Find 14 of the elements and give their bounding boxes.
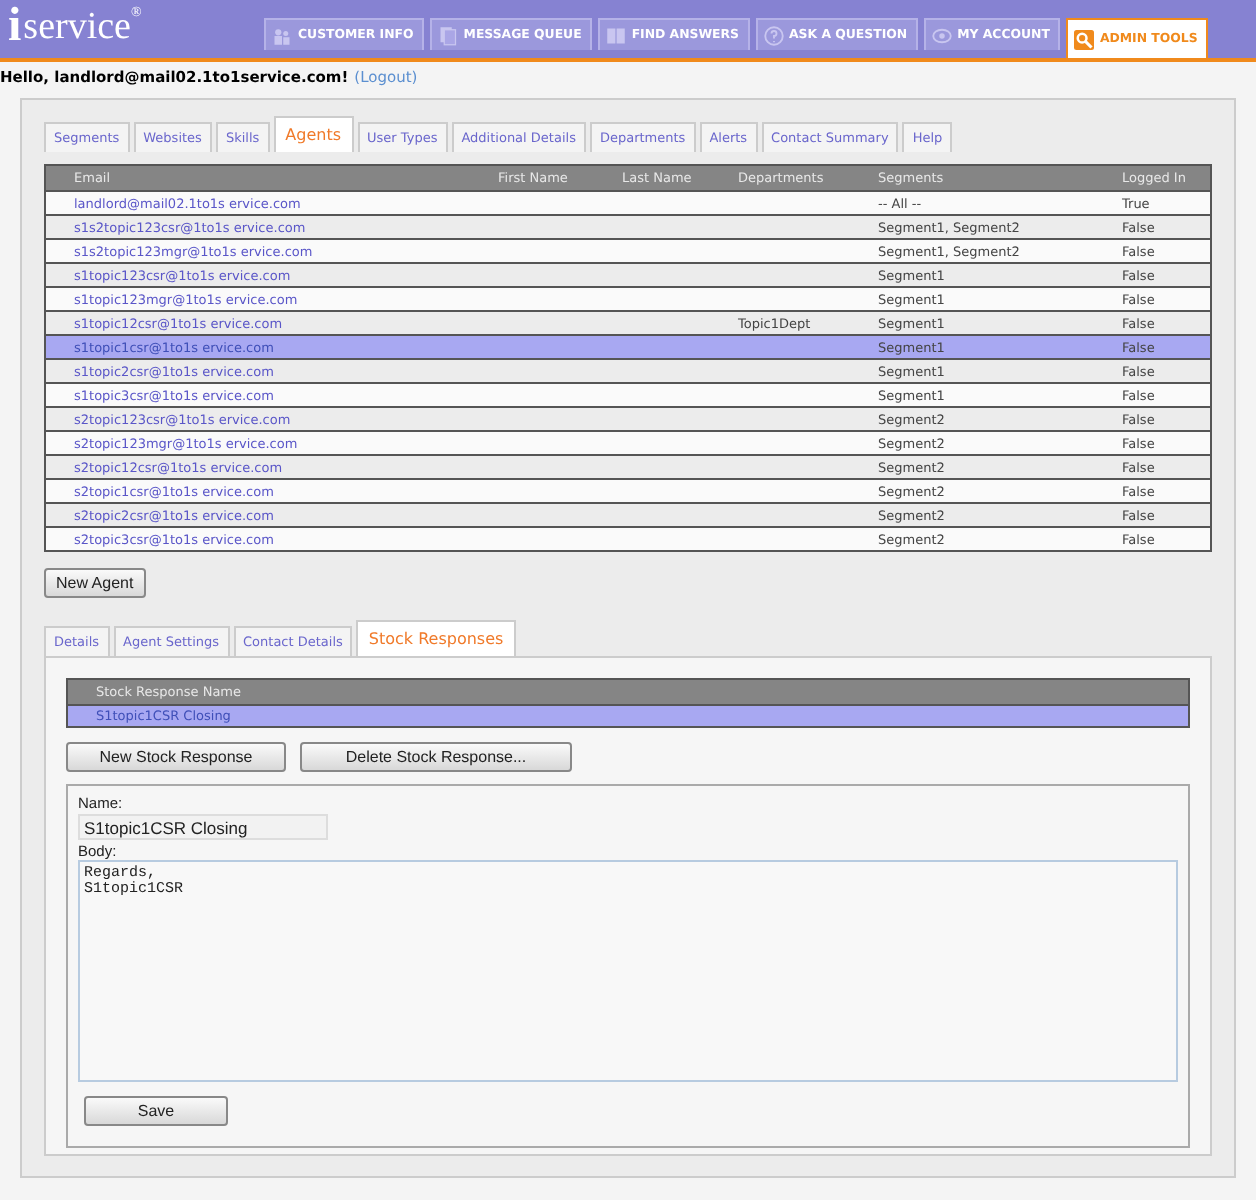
people-icon — [272, 25, 292, 45]
name-field[interactable]: S1topic1CSR Closing — [78, 814, 328, 840]
new-agent-button[interactable]: New Agent — [44, 568, 146, 598]
pages-icon — [437, 25, 458, 45]
eye-icon — [931, 25, 952, 45]
book-icon — [605, 25, 626, 45]
question-icon — [763, 25, 784, 45]
search-icon — [1073, 29, 1094, 49]
save-button[interactable]: Save — [84, 1096, 228, 1126]
logo: iservice$^{®}$ — [6, 0, 144, 56]
tab[interactable]: Stock Responses — [356, 620, 516, 656]
tab[interactable]: Agents — [273, 116, 354, 152]
response-button[interactable]: Delete Stock Response... — [300, 742, 572, 772]
response-button[interactable]: New Stock Response — [66, 742, 286, 772]
